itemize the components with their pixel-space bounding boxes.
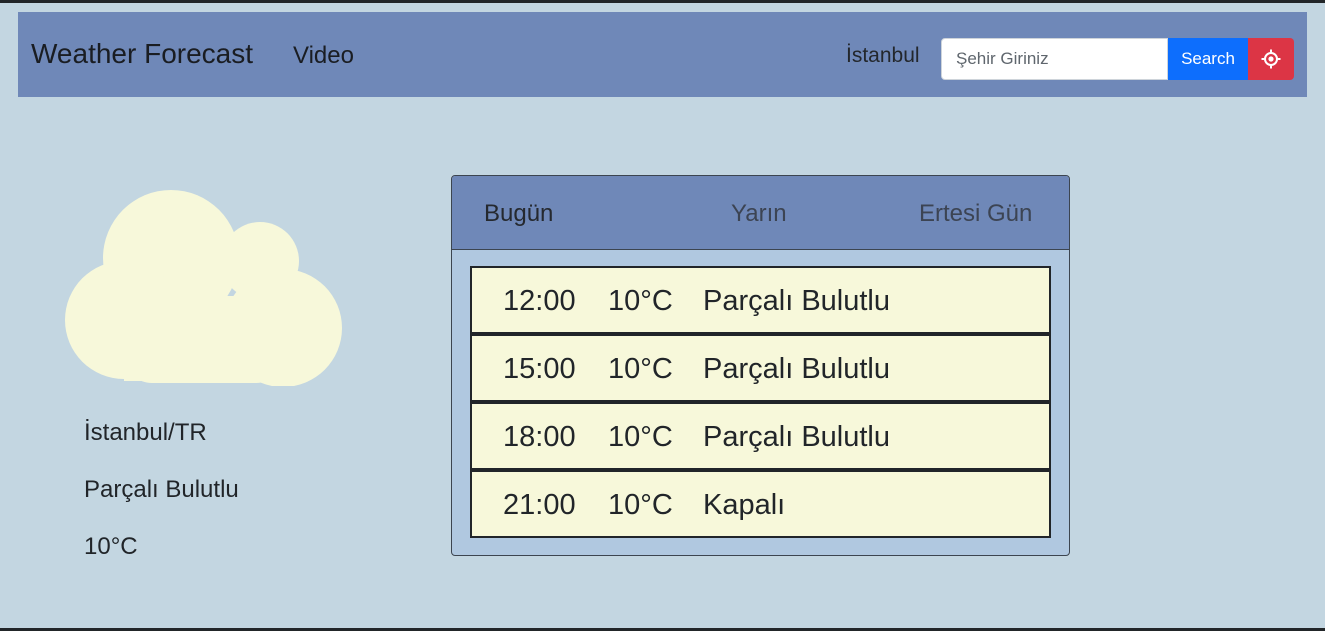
tab-today[interactable]: Bugün [484,200,553,228]
forecast-temperature: 10°C [608,285,673,317]
locate-button[interactable] [1248,38,1294,80]
tab-tomorrow[interactable]: Yarın [731,200,787,228]
forecast-time: 15:00 [503,353,576,385]
forecast-description: Parçalı Bulutlu [703,421,890,453]
forecast-tabs: Bugün Yarın Ertesi Gün [452,176,1069,250]
current-temperature: 10°C [84,533,138,560]
current-description: Parçalı Bulutlu [84,476,239,503]
crosshair-icon [1261,49,1281,69]
forecast-time: 12:00 [503,285,576,317]
brand-title[interactable]: Weather Forecast [31,38,253,70]
tab-day-after-tomorrow[interactable]: Ertesi Gün [919,200,1032,228]
forecast-row: 21:00 10°C Kapalı [470,470,1051,538]
city-search-input[interactable] [941,38,1168,80]
forecast-description: Kapalı [703,489,786,521]
forecast-temperature: 10°C [608,421,673,453]
forecast-time: 18:00 [503,421,576,453]
navbar: Weather Forecast Video İstanbul Search [18,12,1307,97]
forecast-row: 12:00 10°C Parçalı Bulutlu [470,266,1051,334]
forecast-row: 15:00 10°C Parçalı Bulutlu [470,334,1051,402]
current-location: İstanbul/TR [84,419,207,446]
current-city-label: İstanbul [846,44,920,67]
page: Weather Forecast Video İstanbul Search [0,0,1325,631]
forecast-temperature: 10°C [608,489,673,521]
forecast-list: 12:00 10°C Parçalı Bulutlu 15:00 10°C Pa… [470,266,1051,538]
forecast-row: 18:00 10°C Parçalı Bulutlu [470,402,1051,470]
cloud-icon [64,186,344,387]
forecast-temperature: 10°C [608,353,673,385]
video-link[interactable]: Video [293,42,354,70]
search-button[interactable]: Search [1168,38,1248,80]
forecast-time: 21:00 [503,489,576,521]
forecast-description: Parçalı Bulutlu [703,353,890,385]
forecast-description: Parçalı Bulutlu [703,285,890,317]
forecast-card: Bugün Yarın Ertesi Gün 12:00 10°C Parçal… [451,175,1070,556]
